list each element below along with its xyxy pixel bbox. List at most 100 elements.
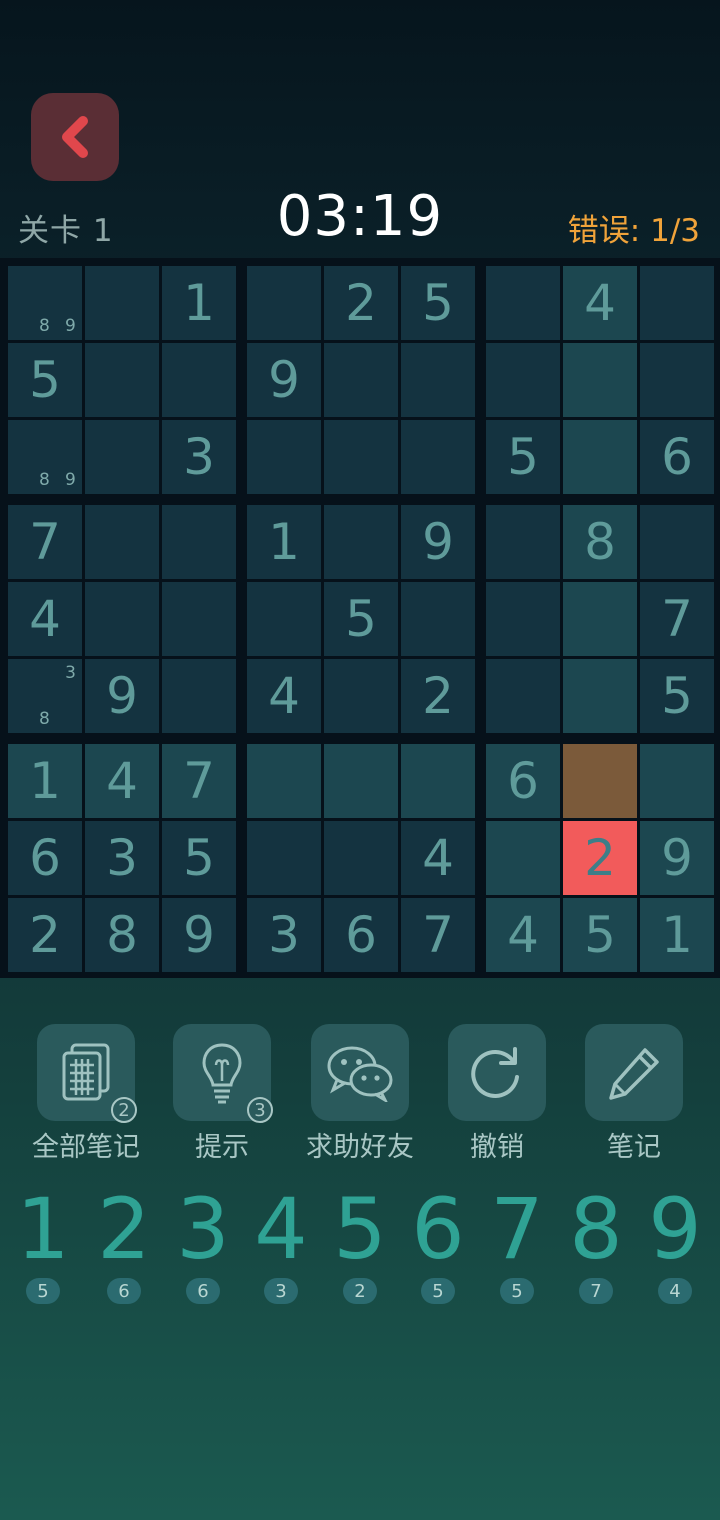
- cell-r5-c3[interactable]: [162, 582, 236, 656]
- cell-r8-c5[interactable]: [324, 821, 398, 895]
- cell-r2-c4[interactable]: 9: [247, 343, 321, 417]
- cell-r8-c7[interactable]: [486, 821, 560, 895]
- cell-r2-c6[interactable]: [401, 343, 475, 417]
- cell-r3-c6[interactable]: [401, 420, 475, 494]
- cell-r6-c7[interactable]: [486, 659, 560, 733]
- cell-r4-c3[interactable]: [162, 505, 236, 579]
- cell-r5-c7[interactable]: [486, 582, 560, 656]
- cell-r5-c5[interactable]: 5: [324, 582, 398, 656]
- cell-r5-c2[interactable]: [85, 582, 159, 656]
- cell-r1-c7[interactable]: [486, 266, 560, 340]
- cell-r7-c2[interactable]: 4: [85, 744, 159, 818]
- cell-r4-c6[interactable]: 9: [401, 505, 475, 579]
- cell-r6-c1[interactable]: 38: [8, 659, 82, 733]
- cell-value: 8: [584, 513, 616, 571]
- cell-r1-c8[interactable]: 4: [563, 266, 637, 340]
- cell-r8-c9[interactable]: 9: [640, 821, 714, 895]
- hint-button[interactable]: 3 提示: [152, 1024, 292, 1164]
- cell-r7-c1[interactable]: 1: [8, 744, 82, 818]
- cell-r2-c8[interactable]: [563, 343, 637, 417]
- cell-r9-c9[interactable]: 1: [640, 898, 714, 972]
- cell-r2-c2[interactable]: [85, 343, 159, 417]
- cell-r1-c3[interactable]: 1: [162, 266, 236, 340]
- cell-value: 3: [268, 906, 300, 964]
- cell-r8-c4[interactable]: [247, 821, 321, 895]
- cell-r7-c5[interactable]: [324, 744, 398, 818]
- cell-r3-c5[interactable]: [324, 420, 398, 494]
- cell-r2-c5[interactable]: [324, 343, 398, 417]
- cell-r2-c9[interactable]: [640, 343, 714, 417]
- cell-r6-c3[interactable]: [162, 659, 236, 733]
- cell-r5-c4[interactable]: [247, 582, 321, 656]
- cell-r3-c3[interactable]: 3: [162, 420, 236, 494]
- cell-r4-c1[interactable]: 7: [8, 505, 82, 579]
- cell-r1-c9[interactable]: [640, 266, 714, 340]
- number-9-button[interactable]: 9: [636, 1180, 714, 1278]
- cell-r2-c7[interactable]: [486, 343, 560, 417]
- cell-r4-c9[interactable]: [640, 505, 714, 579]
- cell-r3-c7[interactable]: 5: [486, 420, 560, 494]
- cell-r9-c7[interactable]: 4: [486, 898, 560, 972]
- back-button[interactable]: [31, 93, 119, 181]
- cell-r6-c6[interactable]: 2: [401, 659, 475, 733]
- cell-r7-c7[interactable]: 6: [486, 744, 560, 818]
- cell-r5-c1[interactable]: 4: [8, 582, 82, 656]
- cell-r3-c1[interactable]: 89: [8, 420, 82, 494]
- cell-r9-c4[interactable]: 3: [247, 898, 321, 972]
- cell-r4-c8[interactable]: 8: [563, 505, 637, 579]
- number-6-button[interactable]: 6: [399, 1180, 477, 1278]
- cell-r6-c4[interactable]: 4: [247, 659, 321, 733]
- cell-r6-c5[interactable]: [324, 659, 398, 733]
- cell-r9-c8[interactable]: 5: [563, 898, 637, 972]
- undo-button[interactable]: 撤销: [427, 1024, 567, 1164]
- notes-button[interactable]: 笔记: [564, 1024, 704, 1164]
- cell-r5-c9[interactable]: 7: [640, 582, 714, 656]
- number-2-button[interactable]: 2: [85, 1180, 163, 1278]
- cell-r9-c1[interactable]: 2: [8, 898, 82, 972]
- cell-value: 9: [268, 351, 300, 409]
- cell-r7-c4[interactable]: [247, 744, 321, 818]
- cell-r6-c8[interactable]: [563, 659, 637, 733]
- cell-r3-c9[interactable]: 6: [640, 420, 714, 494]
- cell-r1-c2[interactable]: [85, 266, 159, 340]
- cell-r8-c3[interactable]: 5: [162, 821, 236, 895]
- cell-r1-c6[interactable]: 5: [401, 266, 475, 340]
- cell-r9-c2[interactable]: 8: [85, 898, 159, 972]
- cell-r9-c3[interactable]: 9: [162, 898, 236, 972]
- cell-r4-c2[interactable]: [85, 505, 159, 579]
- cell-r1-c5[interactable]: 2: [324, 266, 398, 340]
- number-5-button[interactable]: 5: [321, 1180, 399, 1278]
- cell-r5-c6[interactable]: [401, 582, 475, 656]
- ask-friend-button[interactable]: 求助好友: [290, 1024, 430, 1164]
- cell-r1-c4[interactable]: [247, 266, 321, 340]
- number-3-button[interactable]: 3: [164, 1180, 242, 1278]
- number-4-button[interactable]: 4: [242, 1180, 320, 1278]
- cell-r4-c7[interactable]: [486, 505, 560, 579]
- cell-r8-c2[interactable]: 3: [85, 821, 159, 895]
- cell-r8-c1[interactable]: 6: [8, 821, 82, 895]
- cell-r9-c5[interactable]: 6: [324, 898, 398, 972]
- cell-r9-c6[interactable]: 7: [401, 898, 475, 972]
- cell-r2-c1[interactable]: 5: [8, 343, 82, 417]
- cell-r7-c8[interactable]: [563, 744, 637, 818]
- pencil-icon: [605, 1044, 663, 1102]
- cell-r8-c8[interactable]: 2: [563, 821, 637, 895]
- cell-r5-c8[interactable]: [563, 582, 637, 656]
- cell-r3-c2[interactable]: [85, 420, 159, 494]
- number-8-button[interactable]: 8: [557, 1180, 635, 1278]
- cell-r1-c1[interactable]: 89: [8, 266, 82, 340]
- cell-r6-c2[interactable]: 9: [85, 659, 159, 733]
- all-notes-button[interactable]: 2 全部笔记: [16, 1024, 156, 1164]
- cell-r3-c4[interactable]: [247, 420, 321, 494]
- cell-r4-c5[interactable]: [324, 505, 398, 579]
- cell-r6-c9[interactable]: 5: [640, 659, 714, 733]
- cell-r7-c9[interactable]: [640, 744, 714, 818]
- cell-r7-c3[interactable]: 7: [162, 744, 236, 818]
- cell-r2-c3[interactable]: [162, 343, 236, 417]
- cell-r4-c4[interactable]: 1: [247, 505, 321, 579]
- cell-r8-c6[interactable]: 4: [401, 821, 475, 895]
- cell-r7-c6[interactable]: [401, 744, 475, 818]
- number-1-button[interactable]: 1: [4, 1180, 82, 1278]
- cell-r3-c8[interactable]: [563, 420, 637, 494]
- number-7-button[interactable]: 7: [478, 1180, 556, 1278]
